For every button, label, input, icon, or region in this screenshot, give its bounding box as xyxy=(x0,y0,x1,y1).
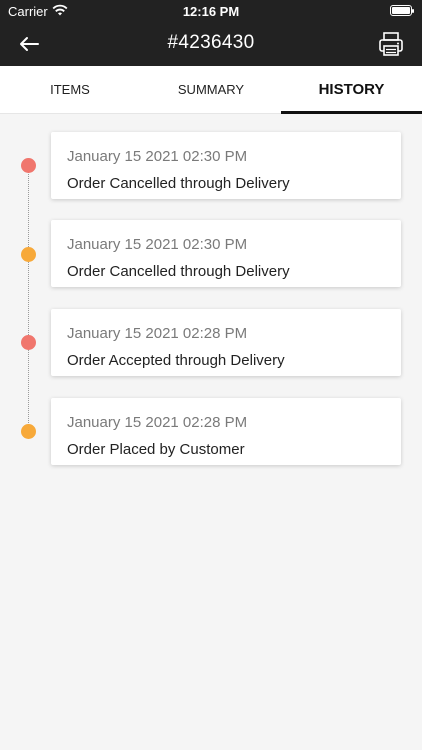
tab-bar: ITEMS SUMMARY HISTORY xyxy=(0,66,422,114)
status-bar: Carrier 12:16 PM xyxy=(0,0,422,22)
tab-summary[interactable]: SUMMARY xyxy=(141,66,281,114)
history-item: January 15 2021 02:28 PM Order Accepted … xyxy=(51,309,401,376)
history-event: Order Cancelled through Delivery xyxy=(67,175,290,192)
timeline-dot xyxy=(21,158,36,173)
tab-history-label: HISTORY xyxy=(318,81,385,98)
history-date: January 15 2021 02:30 PM xyxy=(67,148,248,165)
history-item: January 15 2021 02:30 PM Order Cancelled… xyxy=(51,132,401,199)
print-button[interactable] xyxy=(376,29,406,59)
timeline-dot xyxy=(21,335,36,350)
history-date: January 15 2021 02:30 PM xyxy=(67,236,248,253)
history-item: January 15 2021 02:28 PM Order Placed by… xyxy=(51,398,401,465)
timeline-dot xyxy=(21,247,36,262)
timeline-connector xyxy=(28,165,29,433)
nav-bar: #4236430 xyxy=(0,22,422,66)
tab-items[interactable]: ITEMS xyxy=(0,66,140,114)
tab-history[interactable]: HISTORY xyxy=(281,66,422,114)
history-date: January 15 2021 02:28 PM xyxy=(67,325,248,342)
history-event: Order Placed by Customer xyxy=(67,441,245,458)
battery-icon xyxy=(390,5,414,16)
timeline-dot xyxy=(21,424,36,439)
printer-icon xyxy=(379,32,403,56)
history-event: Order Accepted through Delivery xyxy=(67,352,285,369)
status-time: 12:16 PM xyxy=(182,4,240,19)
order-number-title: #4236430 xyxy=(167,32,255,53)
history-event: Order Cancelled through Delivery xyxy=(67,263,290,280)
active-tab-indicator xyxy=(281,111,422,114)
history-date: January 15 2021 02:28 PM xyxy=(67,414,248,431)
history-item: January 15 2021 02:30 PM Order Cancelled… xyxy=(51,220,401,287)
